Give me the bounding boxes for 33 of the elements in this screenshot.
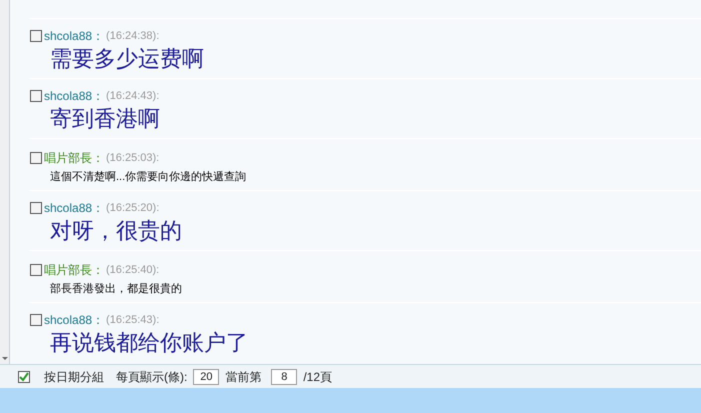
group-by-date-label: 按日期分組: [44, 368, 104, 386]
checkbox[interactable]: [30, 30, 42, 42]
checkbox[interactable]: [18, 370, 30, 382]
sender-name: shcola88：: [44, 28, 104, 45]
message-text: 部長香港發出，都是很貴的: [49, 282, 183, 297]
message-text: 寄到香港啊: [49, 105, 161, 133]
message-text: 再说钱都给你账户了: [49, 329, 249, 357]
sender-name: shcola88：: [44, 200, 104, 217]
current-page-field[interactable]: 8: [271, 368, 298, 384]
per-page-field[interactable]: 20: [193, 368, 220, 384]
check-icon: [19, 372, 29, 382]
checkbox[interactable]: [30, 314, 42, 326]
total-pages: /12頁: [303, 368, 332, 386]
checkbox[interactable]: [30, 202, 42, 214]
checkbox[interactable]: [30, 264, 42, 276]
message-text: 需要多少运费啊: [49, 45, 205, 73]
message-time: (16:25:20):: [106, 200, 160, 216]
sender-name: 唱片部長：: [44, 150, 104, 167]
current-page-label: 當前第: [225, 368, 262, 386]
message-text: 這個不清楚啊...你需要向你邊的快遞查詢: [49, 170, 248, 185]
per-page-label: 每頁顯示(條):: [116, 368, 188, 386]
checkbox[interactable]: [30, 152, 42, 164]
message-text: 对呀，很贵的: [49, 217, 183, 245]
message-time: (16:24:38):: [106, 28, 160, 44]
message-time: (16:25:03):: [106, 150, 160, 166]
message-time: (16:25:40):: [106, 262, 160, 278]
message-time: (16:24:43):: [106, 88, 160, 104]
dropdown-arrow-icon[interactable]: [0, 354, 8, 362]
checkbox[interactable]: [30, 90, 42, 102]
sender-name: shcola88：: [44, 312, 104, 329]
sender-name: shcola88：: [44, 88, 104, 105]
sender-name: 唱片部長：: [44, 262, 104, 279]
message-time: (16:25:43):: [106, 312, 160, 328]
